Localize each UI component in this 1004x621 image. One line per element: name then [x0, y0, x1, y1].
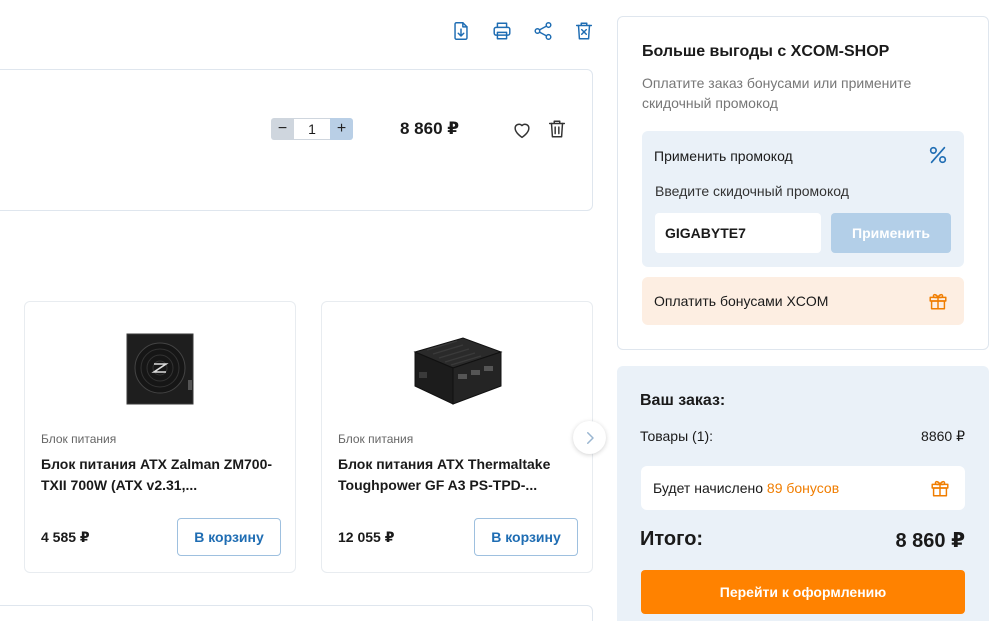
- add-to-cart-button[interactable]: В корзину: [177, 518, 281, 556]
- order-items-label: Товары (1):: [640, 428, 714, 444]
- bonus-accrual-prefix: Будет начислено: [653, 480, 767, 496]
- add-to-cart-button[interactable]: В корзину: [474, 518, 578, 556]
- promo-code-title: Применить промокод: [654, 148, 793, 164]
- product-price: 12 055 ₽: [338, 529, 395, 545]
- quantity-value[interactable]: 1: [294, 118, 330, 140]
- gift-icon: [929, 477, 951, 499]
- bonus-amount-link[interactable]: 89 бонусов: [767, 480, 839, 496]
- promo-code-box: Применить промокод Введите скидочный про…: [642, 131, 964, 267]
- order-summary-panel: Ваш заказ: Товары (1): 8860 ₽ Будет начи…: [617, 366, 989, 621]
- checkout-button[interactable]: Перейти к оформлению: [641, 570, 965, 614]
- product-name-link[interactable]: Блок питания ATX Thermaltake Toughpower …: [338, 454, 578, 496]
- download-pdf-icon[interactable]: [450, 18, 472, 44]
- order-total-value: 8 860 ₽: [895, 530, 965, 552]
- quantity-increase-button[interactable]: +: [330, 118, 353, 140]
- pay-with-bonuses-label: Оплатить бонусами XCOM: [654, 293, 829, 309]
- benefits-subtitle: Оплатите заказ бонусами или примените ск…: [642, 75, 912, 111]
- bonus-accrual-box: Будет начислено 89 бонусов: [641, 466, 965, 510]
- carousel-next-button[interactable]: [573, 421, 606, 454]
- product-card[interactable]: Блок питания Блок питания ATX Thermaltak…: [321, 301, 593, 573]
- product-category: Блок питания: [338, 432, 414, 446]
- product-category: Блок питания: [41, 432, 117, 446]
- pay-with-bonuses-button[interactable]: Оплатить бонусами XCOM: [642, 277, 964, 325]
- print-icon[interactable]: [491, 18, 513, 44]
- clear-cart-icon[interactable]: [573, 18, 595, 44]
- trash-icon[interactable]: [546, 118, 568, 140]
- benefits-panel: Больше выгоды с XCOM-SHOP Оплатите заказ…: [617, 16, 989, 350]
- product-price: 4 585 ₽: [41, 529, 90, 545]
- quantity-decrease-button[interactable]: −: [271, 118, 294, 140]
- product-card[interactable]: Блок питания Блок питания ATX Zalman ZM7…: [24, 301, 296, 573]
- order-items-value: 8860 ₽: [921, 428, 965, 444]
- promo-code-input[interactable]: [655, 213, 821, 253]
- share-icon[interactable]: [532, 18, 554, 44]
- product-image-zalman-psu[interactable]: [110, 324, 210, 414]
- cart-item-price: 8 860 ₽: [400, 119, 460, 138]
- benefits-title: Больше выгоды с XCOM-SHOP: [642, 43, 890, 60]
- percent-icon[interactable]: [927, 143, 949, 167]
- promo-code-hint: Введите скидочный промокод: [655, 183, 849, 199]
- order-summary-title: Ваш заказ:: [640, 392, 726, 409]
- quantity-stepper: − 1 +: [271, 118, 353, 140]
- product-image-thermaltake-psu[interactable]: [407, 324, 507, 414]
- cart-item-card: − 1 + 8 860 ₽: [0, 69, 593, 211]
- heart-icon[interactable]: [511, 119, 533, 141]
- bottom-section-card: [0, 605, 593, 621]
- apply-promo-button[interactable]: Применить: [831, 213, 951, 253]
- product-name-link[interactable]: Блок питания ATX Zalman ZM700-TXII 700W …: [41, 454, 281, 496]
- order-total-label: Итого:: [640, 528, 704, 550]
- cart-toolbar: [450, 18, 595, 44]
- bonus-accrual-text: Будет начислено 89 бонусов: [653, 480, 839, 496]
- chevron-right-icon: [586, 431, 594, 444]
- gift-icon: [927, 290, 949, 312]
